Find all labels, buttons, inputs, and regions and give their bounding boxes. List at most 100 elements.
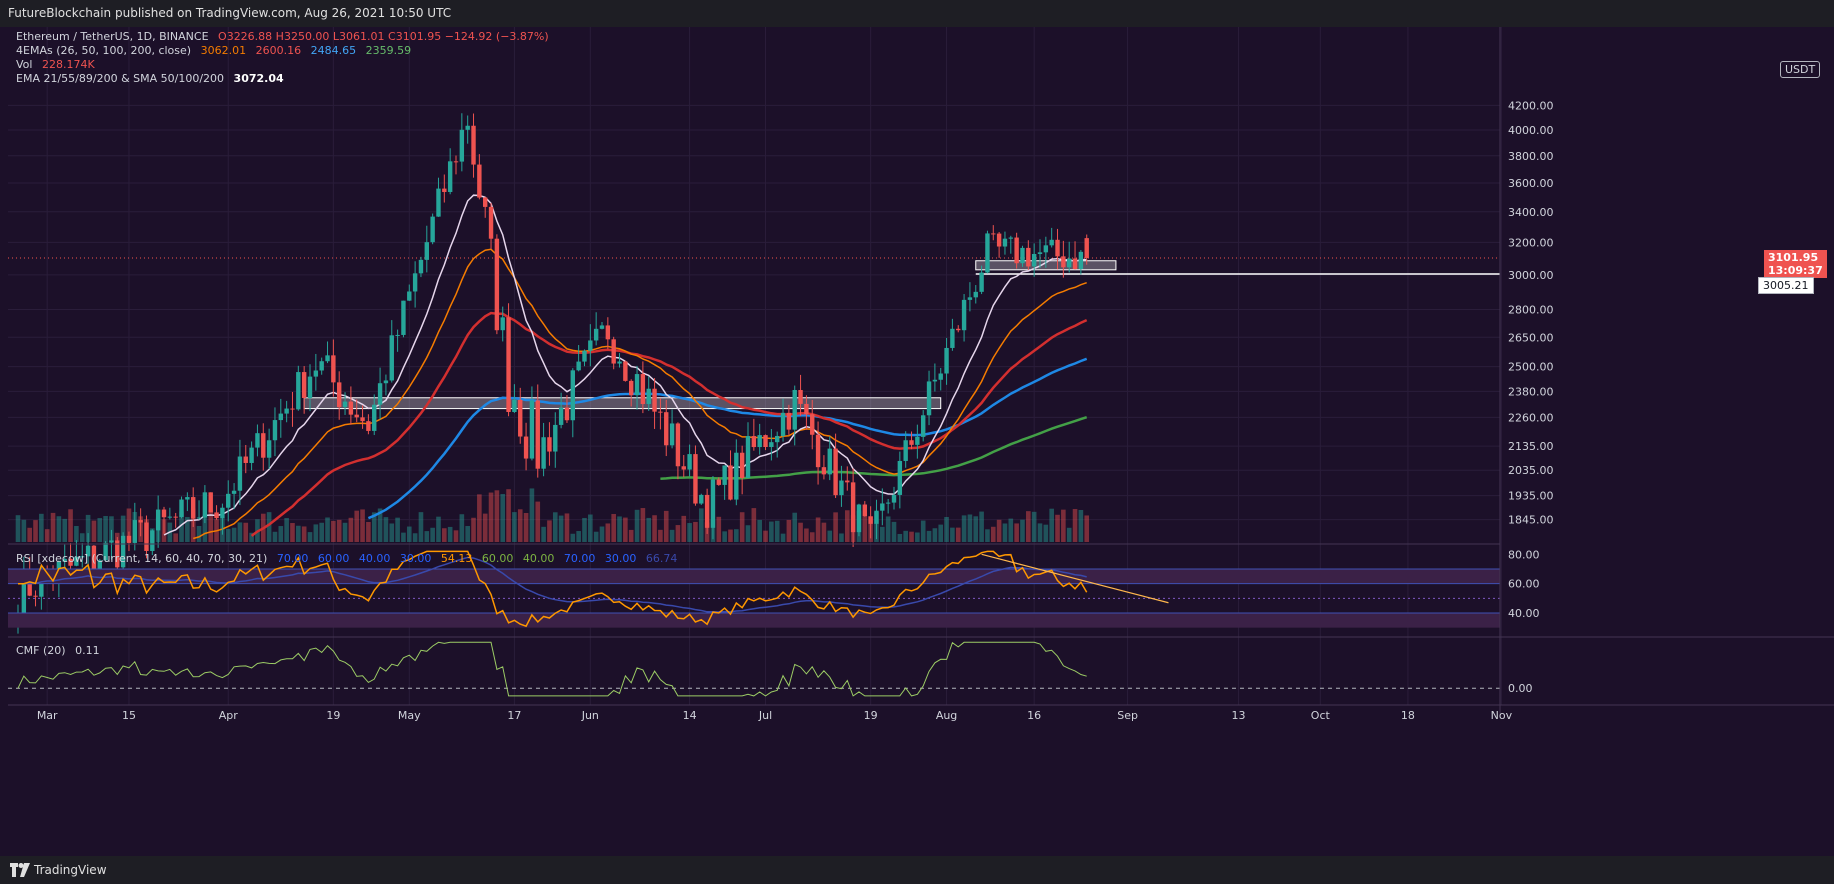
candle-body — [372, 404, 377, 431]
candle-body — [897, 460, 903, 495]
support-zone-lower — [303, 397, 942, 410]
candle-body — [290, 408, 295, 410]
candle-body — [325, 355, 330, 362]
candle-body — [1072, 258, 1078, 269]
candle-body — [734, 452, 739, 500]
volume-bar — [734, 529, 739, 542]
candle-body — [786, 412, 792, 430]
candle-body — [961, 299, 967, 331]
time-tick-label: 15 — [122, 709, 136, 722]
candle-body — [447, 161, 453, 192]
cmf-value: 0.11 — [75, 644, 100, 657]
legend-ema200-value: 2359.59 — [365, 44, 412, 57]
candle-body — [640, 374, 646, 405]
cmf-pane — [8, 641, 1834, 706]
candle-body — [1037, 252, 1043, 254]
price-tick-label: 3000.00 — [1508, 269, 1554, 282]
candle-body — [535, 400, 540, 469]
cmf-tick-label: 0.00 — [1508, 682, 1533, 695]
volume-bar — [990, 526, 996, 542]
rsi-signal-line — [18, 556, 1087, 613]
ema100-line — [367, 357, 1088, 520]
volume-bar — [453, 530, 459, 542]
volume-bar — [979, 511, 984, 542]
volume-bar — [290, 523, 295, 542]
price-tick-label: 2035.00 — [1508, 464, 1554, 477]
volume-bar — [658, 529, 663, 542]
candle-body — [155, 509, 161, 531]
volume-bar — [722, 531, 727, 542]
candle-body — [582, 350, 587, 362]
candle-body — [599, 325, 605, 329]
volume-bar — [284, 518, 289, 542]
candle-body — [880, 503, 885, 511]
time-tick-label: 13 — [1232, 709, 1246, 722]
legend-vol-row: Vol 228.174K — [16, 58, 101, 71]
volume-bar — [897, 533, 903, 542]
grid — [8, 27, 1502, 705]
candle-body — [331, 355, 336, 383]
volume-bar — [687, 523, 692, 542]
candle-body — [967, 297, 973, 300]
candle-body — [921, 415, 926, 437]
volume-bar — [634, 509, 640, 542]
volume-bar — [541, 526, 546, 542]
candle-body — [780, 412, 786, 436]
volume-bar — [336, 519, 342, 542]
candle-body — [827, 448, 832, 475]
candle-body — [249, 447, 254, 463]
candle-body — [821, 467, 827, 475]
candle-body — [132, 520, 137, 543]
volume-bar — [342, 522, 348, 542]
candle-body — [191, 497, 196, 519]
volume-bar — [500, 494, 506, 542]
candle-body — [202, 492, 208, 518]
volume-bar — [1002, 523, 1008, 542]
candle-body — [126, 535, 132, 543]
cmf-label: CMF (20) — [16, 644, 66, 657]
candle-body — [932, 379, 938, 382]
legend-emasma-label: EMA 21/55/89/200 & SMA 50/100/200 — [16, 72, 225, 85]
volume-bar — [1055, 514, 1060, 542]
volume-bar — [698, 508, 704, 542]
candle-body — [407, 291, 412, 301]
volume-bar — [827, 530, 833, 542]
candle-body — [845, 480, 850, 483]
legend-vol-value: 228.174K — [41, 58, 95, 71]
volume-bar — [517, 509, 523, 542]
chart-area[interactable]: 4200.00 4000.00 3800.00 3600.00 3400.00 3200.… — [8, 27, 1834, 856]
volume-bar — [1084, 515, 1090, 542]
candle-body — [319, 361, 324, 371]
volume-bar — [693, 521, 698, 542]
candle-body — [576, 361, 581, 371]
price-tick-label: 2650.00 — [1508, 331, 1554, 344]
price-tick-label: 3200.00 — [1508, 236, 1554, 249]
candle-body — [109, 540, 114, 543]
candle-body — [342, 401, 348, 408]
candle-body — [564, 407, 570, 421]
candle-body — [430, 216, 435, 243]
candle-body — [763, 435, 768, 448]
candle-body — [1078, 251, 1084, 269]
currency-button[interactable]: USDT — [1780, 61, 1821, 78]
candle-body — [856, 504, 862, 533]
volume-bar — [173, 533, 178, 542]
candle-body — [541, 437, 546, 469]
candle-body — [161, 509, 167, 518]
volume-bar — [360, 509, 365, 542]
volume-bar — [506, 489, 511, 542]
candle-body — [722, 465, 727, 485]
volume-bar — [833, 512, 838, 542]
volume-bar — [424, 531, 430, 542]
volume-bar — [967, 514, 973, 542]
candle-body — [395, 334, 400, 336]
volume-bar — [675, 525, 681, 542]
volume-bar — [529, 488, 535, 542]
volume-bar — [44, 529, 50, 542]
candle-body — [699, 494, 704, 504]
candle-body — [915, 436, 920, 445]
volume-bar — [237, 522, 243, 542]
chart-svg[interactable]: 4200.00 4000.00 3800.00 3600.00 3400.00 3200.… — [8, 27, 1834, 856]
legend-symbol: Ethereum / TetherUS, 1D, BINANCE — [16, 30, 209, 43]
price-tick-label: 3400.00 — [1508, 206, 1554, 219]
